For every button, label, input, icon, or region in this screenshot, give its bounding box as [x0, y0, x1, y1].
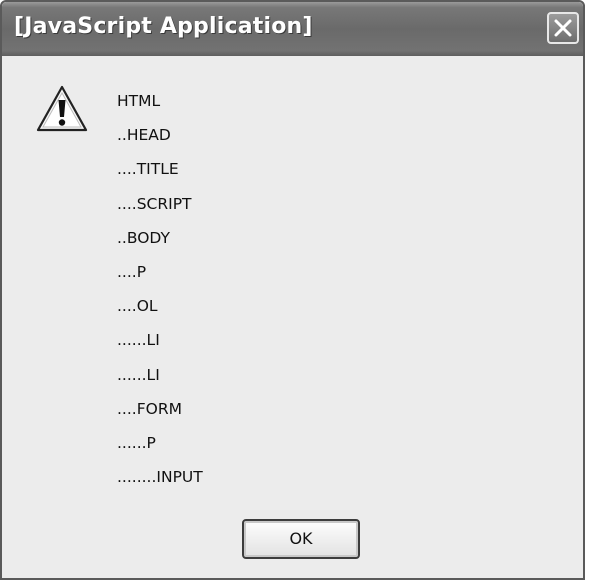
close-button[interactable]	[547, 12, 579, 44]
message-line: ........INPUT	[117, 468, 203, 487]
message-line: ....FORM	[117, 399, 182, 418]
message-line: ......P	[117, 433, 156, 452]
message-line: HTML	[117, 92, 161, 110]
message-line: ..BODY	[117, 228, 170, 247]
message-text: HTML ..HEAD ....TITLE ....SCRIPT ..BODY …	[117, 90, 203, 500]
title-bar[interactable]: [JavaScript Application]	[2, 2, 583, 56]
close-icon	[554, 19, 572, 37]
alert-dialog: [JavaScript Application] HTML ..HEAD ...…	[0, 0, 585, 580]
message-line: ....P	[117, 262, 147, 281]
ok-button[interactable]: OK	[242, 519, 360, 559]
message-line: ......LI	[117, 365, 160, 384]
message-line: ....OL	[117, 297, 158, 316]
message-line: ......LI	[117, 331, 160, 350]
warning-icon	[36, 85, 88, 132]
message-line: ....SCRIPT	[117, 194, 192, 213]
dialog-title: [JavaScript Application]	[14, 14, 313, 39]
message-line: ..HEAD	[117, 126, 171, 145]
message-line: ....TITLE	[117, 160, 179, 179]
